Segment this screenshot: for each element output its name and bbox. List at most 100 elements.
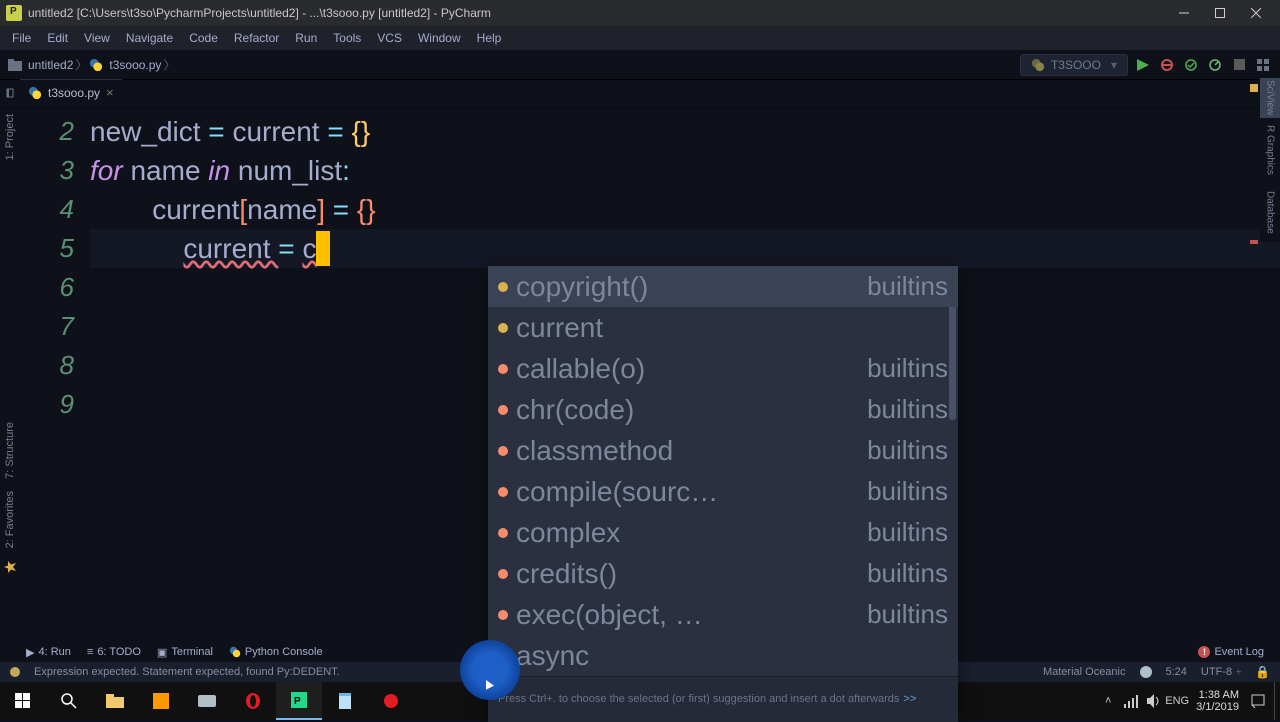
- menu-refactor[interactable]: Refactor: [226, 29, 287, 47]
- taskbar-pycharm[interactable]: P: [276, 682, 322, 720]
- autocomplete-item[interactable]: compile(sourc…builtins: [488, 471, 958, 512]
- completion-name: credits(): [516, 554, 867, 593]
- line-number-gutter[interactable]: 2 3 4 5 6 7 8 9: [20, 108, 90, 646]
- menu-navigate[interactable]: Navigate: [118, 29, 181, 47]
- taskbar-notepad[interactable]: [322, 682, 368, 720]
- code-line[interactable]: for name in num_list:: [90, 151, 1280, 190]
- completion-name: async: [516, 636, 948, 675]
- close-button[interactable]: [1238, 0, 1274, 26]
- menu-edit[interactable]: Edit: [39, 29, 76, 47]
- breadcrumb-project[interactable]: untitled2: [28, 58, 73, 72]
- event-log-tab[interactable]: ! Event Log: [1192, 646, 1270, 658]
- line-number[interactable]: 9: [20, 385, 74, 424]
- show-desktop-button[interactable]: [1274, 682, 1280, 720]
- search-everywhere-button[interactable]: [1254, 56, 1272, 74]
- completion-kind-icon: [498, 528, 508, 538]
- tray-notifications-icon[interactable]: [1248, 691, 1268, 711]
- system-tray: ˄ ENG 1:38 AM3/1/2019: [1098, 689, 1274, 713]
- menu-tools[interactable]: Tools: [325, 29, 369, 47]
- autocomplete-item[interactable]: classmethodbuiltins: [488, 430, 958, 471]
- menu-window[interactable]: Window: [410, 29, 469, 47]
- taskbar-app[interactable]: [184, 682, 230, 720]
- tray-volume-icon[interactable]: [1144, 691, 1164, 711]
- tray-language[interactable]: ENG: [1167, 691, 1187, 711]
- lock-icon[interactable]: 🔒: [1255, 665, 1270, 679]
- menu-code[interactable]: Code: [181, 29, 226, 47]
- project-toolwindow-tab[interactable]: 1: Project: [0, 108, 20, 166]
- autocomplete-item[interactable]: copyright()builtins: [488, 266, 958, 307]
- autocomplete-item[interactable]: chr(code)builtins: [488, 389, 958, 430]
- menu-run[interactable]: Run: [287, 29, 325, 47]
- menu-vcs[interactable]: VCS: [369, 29, 410, 47]
- todo-toolwindow-tab[interactable]: ≡ 6: TODO: [81, 646, 147, 658]
- line-number[interactable]: 4: [20, 190, 74, 229]
- stop-button[interactable]: [1230, 56, 1248, 74]
- menu-bar: File Edit View Navigate Code Refactor Ru…: [0, 26, 1280, 50]
- line-number[interactable]: 3: [20, 151, 74, 190]
- line-number[interactable]: 8: [20, 346, 74, 385]
- intention-bulb-icon[interactable]: [10, 667, 20, 677]
- autocomplete-item[interactable]: credits()builtins: [488, 553, 958, 594]
- chevron-right-icon: 〉: [163, 56, 175, 73]
- code-area[interactable]: new_dict = current = {} for name in num_…: [90, 108, 1280, 646]
- collapse-left-sidebar-button[interactable]: [0, 79, 20, 107]
- autocomplete-item[interactable]: callable(o)builtins: [488, 348, 958, 389]
- run-config-selector[interactable]: T3SOOO ▾: [1020, 54, 1128, 76]
- python-console-tab[interactable]: Python Console: [223, 646, 329, 658]
- debug-button[interactable]: [1158, 56, 1176, 74]
- rgraphics-tab[interactable]: R Graphics: [1260, 120, 1280, 180]
- run-button[interactable]: [1134, 56, 1152, 74]
- validation-stripe[interactable]: [1250, 78, 1260, 618]
- autocomplete-item[interactable]: complexbuiltins: [488, 512, 958, 553]
- theme-indicator[interactable]: Material Oceanic: [1043, 666, 1126, 678]
- encoding-indicator[interactable]: UTF-8: [1201, 666, 1232, 678]
- menu-view[interactable]: View: [76, 29, 118, 47]
- close-tab-button[interactable]: ×: [106, 85, 114, 100]
- code-editor[interactable]: 2 3 4 5 6 7 8 9 new_dict = current = {} …: [20, 108, 1280, 646]
- completion-name: complex: [516, 513, 867, 552]
- completion-kind-icon: [498, 282, 508, 292]
- text-caret: [316, 231, 330, 266]
- tray-clock[interactable]: 1:38 AM3/1/2019: [1190, 689, 1245, 713]
- sciview-tab[interactable]: SciView: [1260, 78, 1280, 118]
- menu-help[interactable]: Help: [469, 29, 510, 47]
- autocomplete-item[interactable]: exec(object, …builtins: [488, 594, 958, 635]
- database-tab[interactable]: Database: [1260, 182, 1280, 242]
- warning-marker[interactable]: [1250, 84, 1258, 92]
- line-number[interactable]: 2: [20, 112, 74, 151]
- breadcrumb[interactable]: untitled2 〉 t3sooo.py 〉: [8, 56, 175, 73]
- autocomplete-item[interactable]: current: [488, 307, 958, 348]
- taskbar-file-explorer[interactable]: [92, 682, 138, 720]
- start-button[interactable]: [0, 682, 46, 720]
- python-icon: [229, 646, 241, 658]
- maximize-button[interactable]: [1202, 0, 1238, 26]
- code-line[interactable]: current[name] = {}: [90, 190, 1280, 229]
- terminal-toolwindow-tab[interactable]: ▣ Terminal: [151, 646, 219, 659]
- code-line[interactable]: new_dict = current = {}: [90, 112, 1280, 151]
- tray-expand-icon[interactable]: ˄: [1098, 691, 1118, 711]
- caret-position[interactable]: 5:24: [1166, 666, 1187, 678]
- line-number[interactable]: 5: [20, 229, 74, 268]
- structure-toolwindow-tab[interactable]: 7: Structure: [0, 416, 20, 485]
- taskbar-recorder[interactable]: [368, 682, 414, 720]
- profiler-button[interactable]: [1206, 56, 1224, 74]
- breadcrumb-file[interactable]: t3sooo.py: [109, 58, 161, 72]
- code-line-current[interactable]: current = c: [90, 229, 1280, 268]
- completion-kind-icon: [498, 323, 508, 333]
- taskbar-sublime[interactable]: [138, 682, 184, 720]
- run-toolwindow-tab[interactable]: ▶ 4: Run: [20, 646, 77, 659]
- menu-file[interactable]: File: [4, 29, 39, 47]
- coverage-button[interactable]: [1182, 56, 1200, 74]
- taskbar-opera[interactable]: [230, 682, 276, 720]
- completion-name: exec(object, …: [516, 595, 867, 634]
- search-button[interactable]: [46, 682, 92, 720]
- autocomplete-item[interactable]: async: [488, 635, 958, 676]
- hint-link[interactable]: >>: [899, 693, 916, 705]
- minimize-button[interactable]: [1166, 0, 1202, 26]
- favorites-toolwindow-tab[interactable]: 2: Favorites: [0, 485, 20, 554]
- error-marker[interactable]: [1250, 240, 1258, 244]
- editor-tab[interactable]: t3sooo.py ×: [20, 79, 122, 107]
- line-number[interactable]: 7: [20, 307, 74, 346]
- line-number[interactable]: 6: [20, 268, 74, 307]
- tray-network-icon[interactable]: [1121, 691, 1141, 711]
